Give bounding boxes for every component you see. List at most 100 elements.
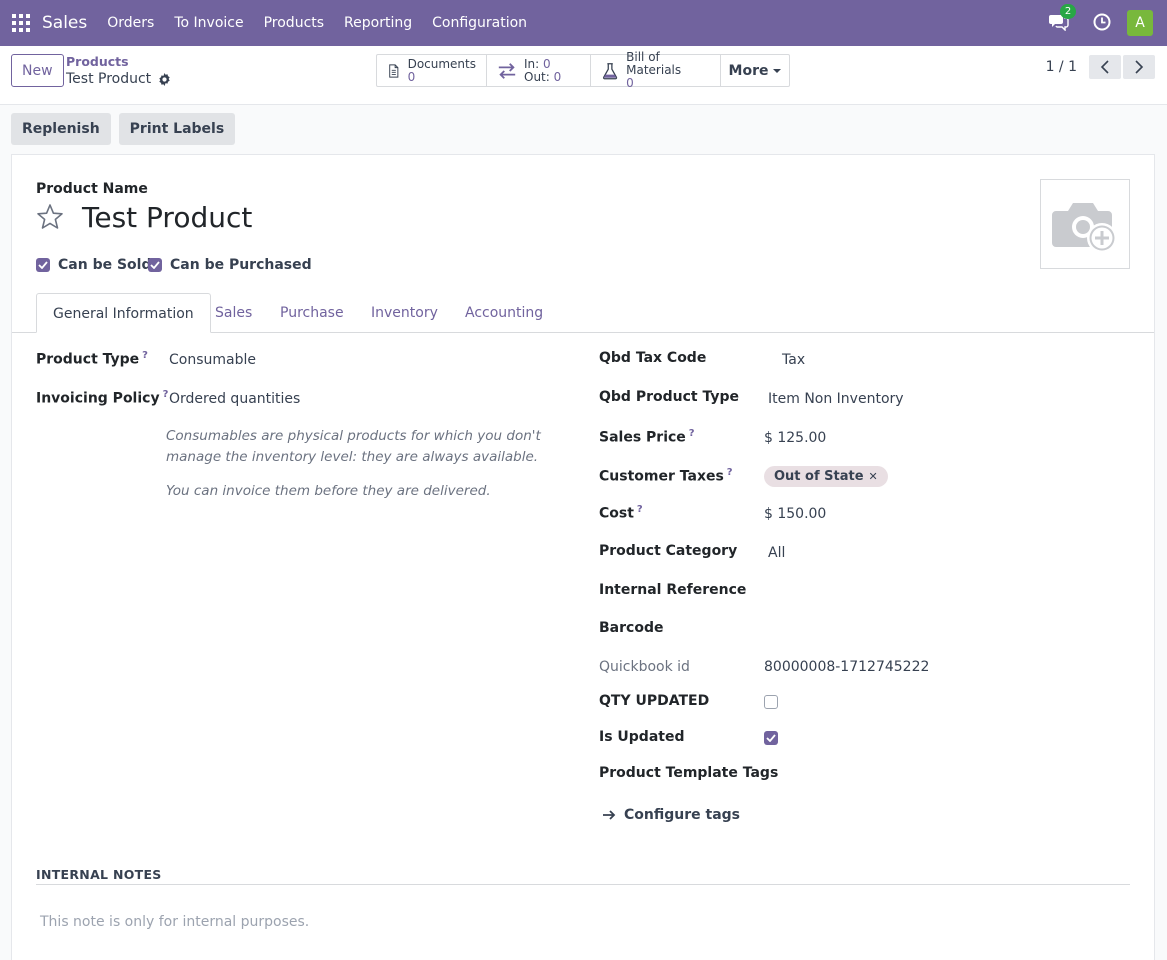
tab-sales[interactable]: Sales (199, 293, 268, 333)
pager-next-button[interactable] (1123, 55, 1155, 79)
action-bar: Replenish Print Labels (11, 113, 243, 145)
configure-tags-label: Configure tags (624, 807, 740, 823)
bill-of-materials-smart-button[interactable]: Bill of Materials 0 (591, 51, 721, 90)
tab-purchase[interactable]: Purchase (264, 293, 360, 333)
qty-updated-checkbox[interactable] (764, 695, 778, 709)
check-icon (150, 261, 160, 269)
menu-to-invoice[interactable]: To Invoice (164, 15, 253, 31)
chat-badge: 2 (1060, 4, 1076, 19)
sales-price-label: Sales Price? (599, 428, 695, 446)
navbar-systray: 2 A (1049, 0, 1167, 46)
help-tooltip-icon[interactable]: ? (637, 504, 643, 515)
flask-icon (602, 62, 618, 79)
chevron-right-icon (1135, 60, 1144, 74)
product-type-field[interactable]: Consumable (169, 352, 256, 368)
can-be-purchased-label: Can be Purchased (170, 257, 312, 273)
apps-grid-icon[interactable] (12, 14, 30, 32)
invoicing-policy-label: Invoicing Policy? (36, 389, 169, 407)
cost-label: Cost? (599, 504, 643, 522)
in-out-smart-button[interactable]: In: 0 Out: 0 (487, 55, 591, 86)
help-tooltip-icon[interactable]: ? (142, 350, 148, 361)
new-button[interactable]: New (11, 54, 64, 87)
top-navbar: Sales Orders To Invoice Products Reporti… (0, 0, 1167, 46)
menu-reporting[interactable]: Reporting (334, 15, 422, 31)
gear-icon[interactable] (158, 72, 171, 86)
customer-taxes-label: Customer Taxes? (599, 467, 733, 485)
customer-tax-tag-label: Out of State (774, 469, 864, 484)
print-labels-button[interactable]: Print Labels (118, 113, 236, 145)
check-icon (766, 734, 776, 742)
more-dropdown-button[interactable]: More (721, 55, 789, 86)
can-be-sold-checkbox[interactable] (36, 258, 50, 272)
qty-updated-label: QTY UPDATED (599, 693, 710, 709)
arrow-right-icon (603, 810, 616, 820)
sales-price-field[interactable]: $ 125.00 (764, 430, 826, 446)
star-icon[interactable] (36, 203, 64, 231)
breadcrumb-products-link[interactable]: Products (66, 54, 171, 70)
tab-general-information[interactable]: General Information (36, 293, 211, 333)
can-be-purchased-checkbox[interactable] (148, 258, 162, 272)
bom-count: 0 (626, 76, 634, 90)
chevron-left-icon (1100, 60, 1109, 74)
invoicing-policy-field[interactable]: Ordered quantities (169, 391, 300, 407)
form-sheet: Product Name Test Product Can be Sold Ca… (11, 154, 1155, 960)
can-be-purchased-row[interactable]: Can be Purchased (148, 257, 312, 273)
out-count: 0 (553, 69, 562, 84)
menu-configuration[interactable]: Configuration (422, 15, 537, 31)
quickbook-id-label: Quickbook id (599, 659, 690, 675)
documents-smart-button[interactable]: Documents 0 (377, 55, 487, 86)
app-brand[interactable]: Sales (42, 13, 87, 33)
qbd-product-type-field[interactable]: Item Non Inventory (768, 391, 904, 407)
cost-field[interactable]: $ 150.00 (764, 506, 826, 522)
configure-tags-link[interactable]: Configure tags (602, 807, 740, 823)
control-panel: New Products Test Product Documents 0 In… (0, 46, 1167, 105)
close-icon[interactable]: ✕ (869, 470, 878, 483)
check-icon (38, 261, 48, 269)
is-updated-checkbox[interactable] (764, 731, 778, 745)
menu-products[interactable]: Products (254, 15, 334, 31)
pager-previous-button[interactable] (1089, 55, 1121, 79)
internal-notes-divider (36, 884, 1130, 885)
product-category-field[interactable]: All (768, 545, 785, 561)
documents-label: Documents (407, 56, 476, 71)
quickbook-id-field: 80000008-1712745222 (764, 659, 930, 675)
internal-notes-title: INTERNAL NOTES (36, 867, 162, 882)
chat-icon[interactable]: 2 (1049, 4, 1076, 33)
internal-reference-label: Internal Reference (599, 582, 747, 598)
bom-label: Bill of Materials (626, 50, 682, 77)
tab-accounting[interactable]: Accounting (449, 293, 559, 333)
out-label: Out: (524, 69, 550, 84)
help-tooltip-icon[interactable]: ? (689, 428, 695, 439)
document-icon (389, 63, 399, 78)
product-template-tags-label: Product Template Tags (599, 765, 779, 781)
tab-inventory[interactable]: Inventory (355, 293, 454, 333)
clock-icon[interactable] (1093, 13, 1113, 33)
product-category-label: Product Category (599, 543, 738, 559)
qbd-product-type-label: Qbd Product Type (599, 389, 739, 405)
qbd-tax-code-field[interactable]: Tax (782, 352, 805, 368)
can-be-sold-row[interactable]: Can be Sold (36, 257, 151, 273)
pager: 1 / 1 (1046, 55, 1155, 79)
help-tooltip-icon[interactable]: ? (727, 467, 733, 478)
is-updated-label: Is Updated (599, 729, 685, 745)
product-type-label: Product Type? (36, 350, 148, 368)
menu-orders[interactable]: Orders (97, 15, 164, 31)
customer-tax-tag: Out of State ✕ (764, 466, 888, 487)
main-menu: Orders To Invoice Products Reporting Con… (97, 15, 537, 31)
in-count: 0 (543, 56, 551, 71)
documents-count: 0 (407, 69, 416, 84)
user-avatar[interactable]: A (1127, 10, 1153, 36)
exchange-arrows-icon (498, 62, 516, 79)
breadcrumb-current: Test Product (66, 70, 171, 88)
pager-value[interactable]: 1 / 1 (1046, 59, 1077, 75)
product-image-upload[interactable] (1040, 179, 1130, 269)
in-label: In: (524, 56, 540, 71)
internal-notes-field[interactable]: This note is only for internal purposes. (40, 914, 309, 930)
product-name-field[interactable]: Test Product (82, 201, 252, 234)
invoice-help-text: You can invoice them before they are del… (166, 483, 491, 499)
help-tooltip-icon[interactable]: ? (163, 389, 169, 400)
replenish-button[interactable]: Replenish (11, 113, 111, 145)
notebook-tabs: General Information Sales Purchase Inven… (12, 293, 1154, 333)
smart-buttons: Documents 0 In: 0 Out: 0 Bill of Materia… (376, 51, 790, 90)
can-be-sold-label: Can be Sold (58, 257, 152, 273)
